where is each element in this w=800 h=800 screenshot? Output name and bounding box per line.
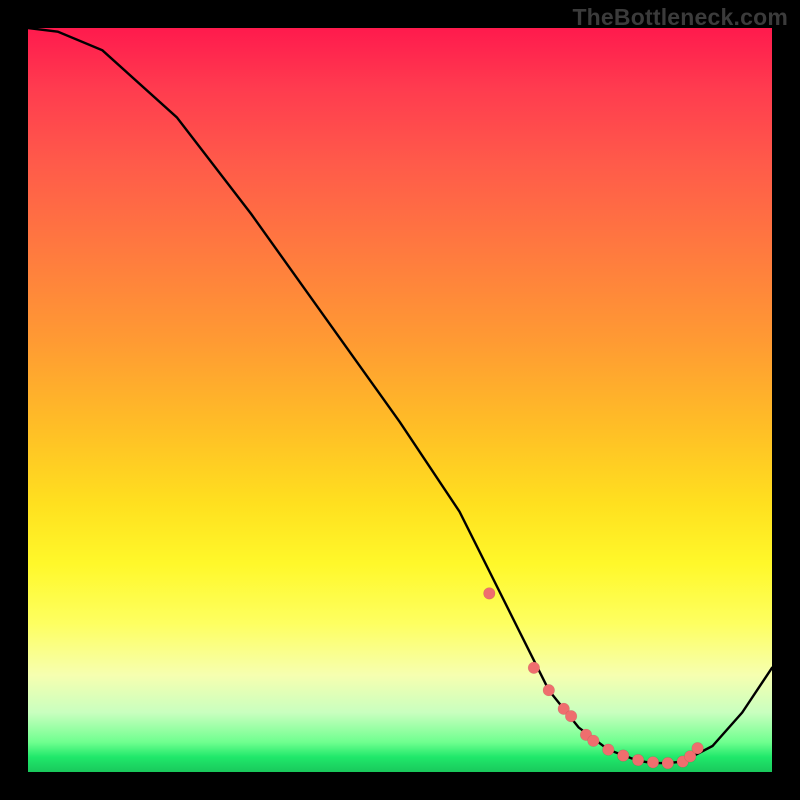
bottleneck-curve-path — [28, 28, 772, 763]
optimal-point — [603, 744, 615, 756]
optimal-point — [543, 684, 555, 696]
optimal-point — [484, 588, 496, 600]
chart-frame: TheBottleneck.com — [0, 0, 800, 800]
optimal-point — [528, 662, 540, 674]
bottleneck-curve-svg — [28, 28, 772, 772]
watermark-text: TheBottleneck.com — [572, 4, 788, 31]
optimal-point — [647, 757, 659, 769]
optimal-points-group — [484, 588, 704, 769]
optimal-point — [565, 710, 577, 722]
optimal-point — [692, 742, 704, 754]
optimal-point — [617, 750, 629, 762]
optimal-point — [588, 735, 600, 747]
optimal-point — [632, 754, 644, 766]
optimal-point — [662, 757, 674, 769]
plot-area — [28, 28, 772, 772]
